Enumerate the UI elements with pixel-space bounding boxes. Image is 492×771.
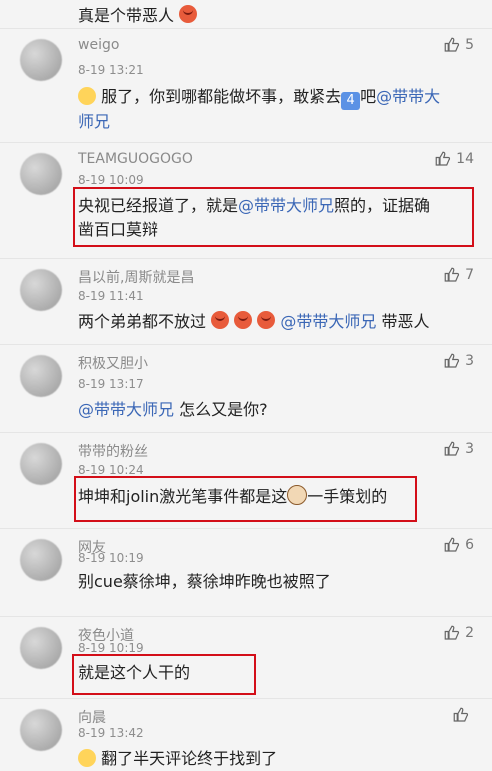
smile-face-icon <box>78 87 96 105</box>
like-button[interactable]: 7 <box>443 266 474 284</box>
avatar[interactable] <box>20 443 62 485</box>
like-count: 6 <box>465 537 474 553</box>
mention-link[interactable]: @带带大师兄 <box>280 312 376 331</box>
username[interactable]: 昌以前,周斯就是昌 <box>78 267 194 287</box>
angry-face-icon <box>211 311 230 329</box>
timestamp: 8-19 11:41 <box>78 289 144 303</box>
timestamp: 8-19 13:21 <box>78 63 144 77</box>
comment-text: 坤坤和jolin激光笔事件都是这 一手策划的 <box>78 485 388 506</box>
like-count: 3 <box>465 441 474 457</box>
like-button[interactable]: 3 <box>443 440 474 458</box>
avatar[interactable] <box>20 355 62 397</box>
comment-text: 就是这个人干的 <box>78 663 191 682</box>
timestamp: 8-19 13:17 <box>78 377 144 391</box>
comment-item[interactable]: TEAMGUOGOGO 8-19 10:09 14 央视已经报道了，就是@带带大… <box>0 142 492 259</box>
angry-face-icon <box>179 5 198 23</box>
like-button[interactable]: 2 <box>443 624 474 642</box>
comment-item[interactable]: 向晨 8-19 13:42 翻了半天评论终于找到了 <box>0 698 492 768</box>
comment-text: 央视已经报道了，就是@带带大师兄照的，证据确 凿百口莫辩 <box>78 196 431 239</box>
like-count: 7 <box>465 267 474 283</box>
number-four-icon: 4 <box>341 92 361 110</box>
comment-page: 真是个带恶人 weigo 8-19 13:21 5 服了，你到哪都能做坏事，敢紧… <box>0 0 492 768</box>
avatar[interactable] <box>20 39 62 81</box>
like-button[interactable]: 5 <box>443 36 474 54</box>
thumbs-up-icon <box>444 537 460 552</box>
avatar[interactable] <box>20 539 62 581</box>
thumbs-up-icon <box>444 37 460 52</box>
thumbs-up-icon <box>444 267 460 282</box>
mention-link[interactable]: @带带大 <box>376 87 440 106</box>
timestamp: 8-19 10:19 <box>78 641 144 655</box>
comment-item[interactable]: 网友 8-19 10:19 6 别cue蔡徐坤，蔡徐坤昨晚也被照了 <box>0 528 492 617</box>
like-count: 5 <box>465 37 474 53</box>
thumbs-up-icon <box>435 151 451 166</box>
comment-text: 服了，你到哪都能做坏事，敢紧去 4 吧@带带大 师兄 <box>78 87 441 131</box>
like-button[interactable] <box>452 706 474 724</box>
comment-item[interactable]: weigo 8-19 13:21 5 服了，你到哪都能做坏事，敢紧去 4 吧@带带大… <box>0 28 492 143</box>
comment-item[interactable]: 积极又胆小 8-19 13:17 3 @带带大师兄 怎么又是你? <box>0 344 492 433</box>
smile-face-icon <box>78 749 96 767</box>
avatar[interactable] <box>20 269 62 311</box>
username[interactable]: 积极又胆小 <box>78 353 148 373</box>
like-count: 3 <box>465 353 474 369</box>
comment-text: 别cue蔡徐坤，蔡徐坤昨晚也被照了 <box>78 572 331 591</box>
thumbs-up-icon <box>444 353 460 368</box>
comment-text: @带带大师兄 怎么又是你? <box>78 400 268 419</box>
like-button[interactable]: 6 <box>443 536 474 554</box>
like-button[interactable]: 3 <box>443 352 474 370</box>
mention-link[interactable]: @带带大师兄 <box>238 196 334 215</box>
timestamp: 8-19 10:24 <box>78 463 144 477</box>
comment-item[interactable]: 昌以前,周斯就是昌 8-19 11:41 7 两个弟弟都不放过 @带带大师兄 带… <box>0 258 492 345</box>
angry-face-icon <box>234 311 253 329</box>
avatar[interactable] <box>20 709 62 751</box>
username[interactable]: weigo <box>78 37 119 53</box>
username[interactable]: 向晨 <box>78 707 106 727</box>
timestamp: 8-19 13:42 <box>78 726 144 740</box>
avatar[interactable] <box>20 627 62 669</box>
previous-comment-text: 真是个带恶人 <box>78 2 198 26</box>
mention-link[interactable]: @带带大师兄 <box>78 400 174 419</box>
like-button[interactable]: 14 <box>434 150 474 168</box>
username[interactable]: 带带的粉丝 <box>78 441 148 461</box>
dog-face-icon <box>287 485 308 505</box>
thumbs-up-icon <box>444 441 460 456</box>
like-count: 14 <box>456 151 474 167</box>
like-count: 2 <box>465 625 474 641</box>
timestamp: 8-19 10:19 <box>78 551 144 565</box>
angry-face-icon <box>257 311 276 329</box>
username[interactable]: TEAMGUOGOGO <box>78 151 193 167</box>
avatar[interactable] <box>20 153 62 195</box>
mention-link-continued[interactable]: 师兄 <box>78 112 110 131</box>
comment-text: 两个弟弟都不放过 @带带大师兄 带恶人 <box>78 311 430 331</box>
comment-item[interactable]: 夜色小道 8-19 10:19 2 就是这个人干的 <box>0 616 492 699</box>
timestamp: 8-19 10:09 <box>78 173 144 187</box>
comment-text: 翻了半天评论终于找到了 <box>78 747 468 771</box>
comment-item[interactable]: 带带的粉丝 8-19 10:24 3 坤坤和jolin激光笔事件都是这 一手策划的 <box>0 432 492 529</box>
thumbs-up-icon <box>453 707 469 722</box>
thumbs-up-icon <box>444 625 460 640</box>
